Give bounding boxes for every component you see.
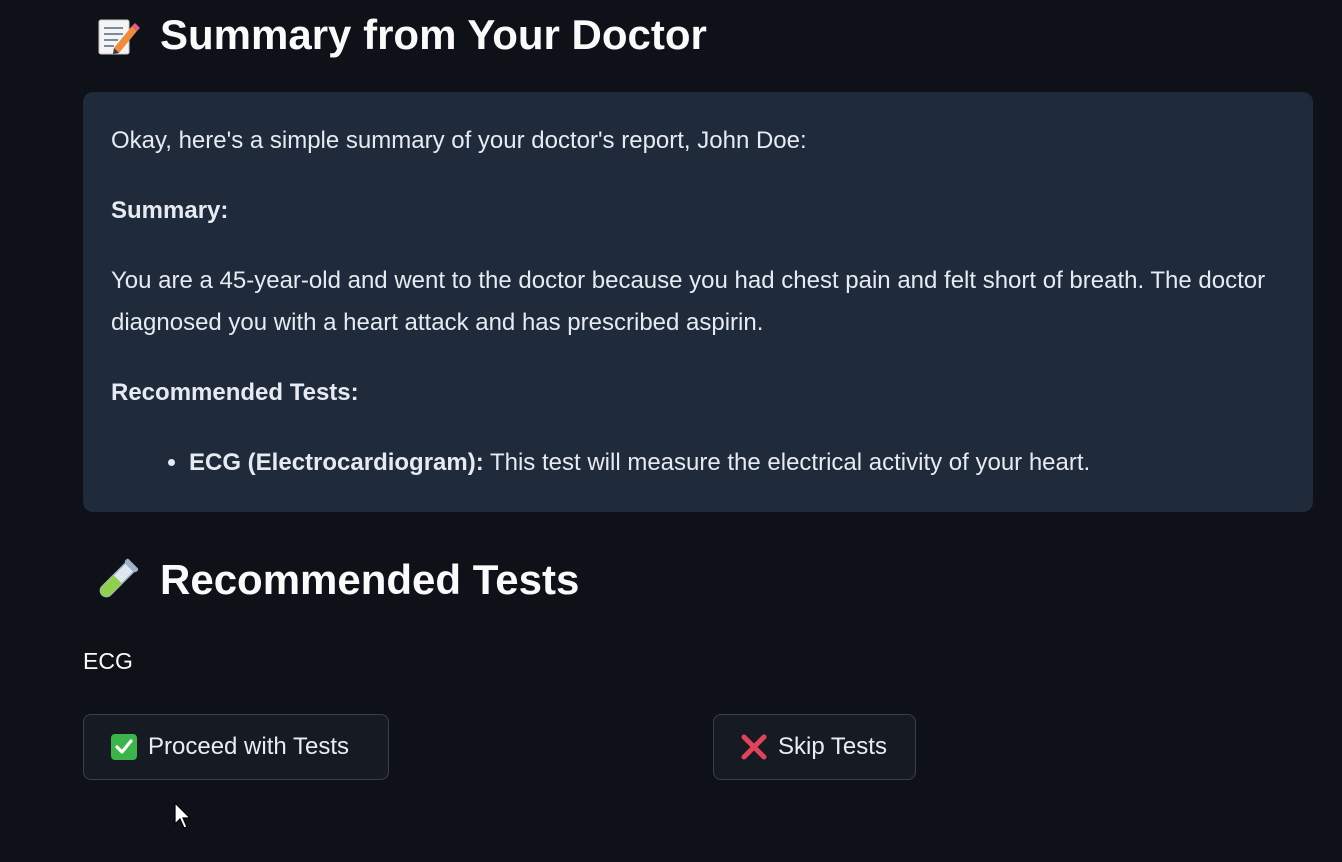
summary-card: Okay, here's a simple summary of your do…: [83, 92, 1313, 512]
proceed-button-label: Proceed with Tests: [148, 733, 349, 760]
recommended-tests-label: Recommended Tests:: [111, 379, 359, 406]
recommended-tests-list: ECG (Electrocardiogram): This test will …: [111, 442, 1285, 484]
skip-tests-button[interactable]: Skip Tests: [713, 714, 916, 780]
cross-mark-icon: [740, 733, 768, 761]
summary-title: Summary from Your Doctor: [160, 11, 707, 58]
test-item-name: ECG (Electrocardiogram):: [189, 449, 484, 476]
recommended-tests-heading: Recommended Tests: [92, 555, 579, 605]
summary-intro: Okay, here's a simple summary of your do…: [111, 127, 807, 154]
mouse-cursor-icon: [174, 802, 192, 829]
summary-text: You are a 45-year-old and went to the do…: [111, 267, 1266, 336]
skip-button-label: Skip Tests: [778, 733, 887, 760]
test-tube-icon: [92, 555, 142, 605]
test-list-text: ECG: [83, 648, 133, 674]
list-item: ECG (Electrocardiogram): This test will …: [189, 442, 1285, 484]
memo-icon: [92, 10, 142, 60]
check-mark-button-icon: [110, 733, 138, 761]
test-item-description: This test will measure the electrical ac…: [483, 449, 1091, 476]
app-page: Summary from Your Doctor Okay, here's a …: [0, 0, 1342, 862]
proceed-with-tests-button[interactable]: Proceed with Tests: [83, 714, 389, 780]
recommended-tests-title: Recommended Tests: [160, 556, 580, 603]
summary-heading: Summary from Your Doctor: [92, 10, 707, 60]
summary-label: Summary:: [111, 197, 229, 224]
